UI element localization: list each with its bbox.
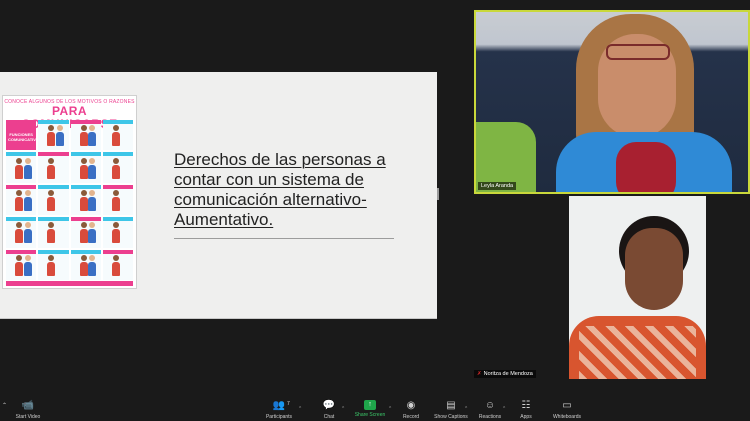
apps-icon: ☷: [521, 400, 531, 411]
show-captions-label: Show Captions: [434, 414, 468, 420]
video-off-icon: 📹: [21, 400, 35, 411]
poster-cell: [70, 152, 101, 183]
participant-name-tag: ✗ Noritza de Mendoza: [474, 370, 536, 378]
share-screen-label: Share Screen: [354, 412, 386, 418]
poster-footer-bar: [6, 281, 133, 286]
poster-cell-label: FUNCIONES COMUNICATIVAS: [6, 120, 42, 151]
toolbar-caret-video[interactable]: ⌃: [2, 400, 7, 414]
poster-cell: [70, 184, 101, 216]
whiteboard-icon: ▭: [562, 400, 572, 411]
poster-cell: [70, 217, 101, 248]
start-video-button[interactable]: 📹 Start Video: [14, 400, 42, 420]
participant-face: [625, 228, 683, 310]
whiteboards-button[interactable]: ▭ Whiteboards: [550, 400, 584, 420]
participant-shirt-pattern: [579, 326, 696, 379]
participants-count: 7: [287, 401, 290, 407]
chat-label: Chat: [323, 414, 335, 420]
poster-cell: [70, 120, 101, 151]
apps-label: Apps: [520, 414, 532, 420]
record-label: Record: [402, 414, 420, 420]
slide-text: Derechos de las personas a contar con un…: [174, 150, 399, 230]
reactions-caret[interactable]: ⌃: [502, 406, 506, 412]
poster-cell: [6, 152, 37, 183]
share-screen-icon: ↑: [364, 400, 376, 410]
poster-cell: [6, 249, 37, 280]
meeting-toolbar: ⌃ 📹 Start Video 👥 Participants 7 ⌃ 💬 Cha…: [0, 398, 750, 421]
split-resize-handle[interactable]: [437, 188, 439, 200]
poster-cell: [38, 217, 69, 248]
poster-cell: [38, 184, 69, 216]
share-screen-button[interactable]: ↑ Share Screen: [352, 400, 388, 418]
participant-name-label: Leyla Aranda: [478, 182, 517, 190]
video-tile-active-speaker[interactable]: Leyla Aranda: [474, 10, 750, 194]
poster-cell: [38, 120, 69, 151]
participant-name-label: Noritza de Mendoza: [483, 371, 533, 377]
poster-cell: [6, 184, 37, 216]
communication-poster-image: CONOCE ALGUNOS DE LOS MOTIVOS O RAZONES …: [2, 95, 137, 289]
poster-cell: [102, 217, 133, 248]
reactions-icon: ☺: [484, 400, 496, 411]
poster-cell: [70, 249, 101, 280]
slide-divider: [174, 238, 394, 239]
chat-icon: 💬: [322, 400, 336, 411]
poster-cell: [102, 152, 133, 183]
record-icon: ◉: [406, 400, 416, 411]
participant-scarf: [616, 142, 676, 192]
slide-text-line: Aumentativo.: [174, 210, 274, 229]
shared-screen: CONOCE ALGUNOS DE LOS MOTIVOS O RAZONES …: [0, 72, 437, 319]
participants-icon: 👥: [272, 400, 286, 411]
poster-cell: [6, 217, 37, 248]
reactions-button[interactable]: ☺ Reactions: [476, 400, 504, 420]
participant-glasses: [606, 44, 670, 60]
poster-cell: [38, 249, 69, 280]
start-video-label: Start Video: [15, 414, 41, 420]
poster-cell: [102, 249, 133, 280]
whiteboards-label: Whiteboards: [552, 414, 582, 420]
reactions-label: Reactions: [478, 414, 502, 420]
video-tile-participant[interactable]: [569, 196, 706, 379]
apps-button[interactable]: ☷ Apps: [516, 400, 536, 420]
slide-text-line: contar con un sistema de: [174, 170, 364, 189]
poster-cell: [102, 184, 133, 216]
share-screen-caret[interactable]: ⌃: [388, 406, 392, 412]
muted-mic-icon: ✗: [477, 371, 482, 377]
record-button[interactable]: ◉ Record: [399, 400, 423, 420]
poster-label: FUNCIONES COMUNICATIVAS: [8, 132, 42, 142]
slide-text-line: Derechos de las personas a: [174, 150, 386, 169]
participants-button[interactable]: 👥 Participants: [262, 400, 296, 420]
captions-caret[interactable]: ⌃: [464, 406, 468, 412]
poster-grid: FUNCIONES COMUNICATIVAS: [6, 120, 133, 280]
participants-label: Participants: [265, 414, 293, 420]
chat-caret[interactable]: ⌃: [341, 406, 345, 412]
poster-cell: [38, 152, 69, 183]
slide-text-line: comunicación alternativo-: [174, 190, 367, 209]
chat-button[interactable]: 💬 Chat: [317, 400, 341, 420]
poster-cell: [102, 120, 133, 151]
participants-caret[interactable]: ⌃: [298, 406, 302, 412]
